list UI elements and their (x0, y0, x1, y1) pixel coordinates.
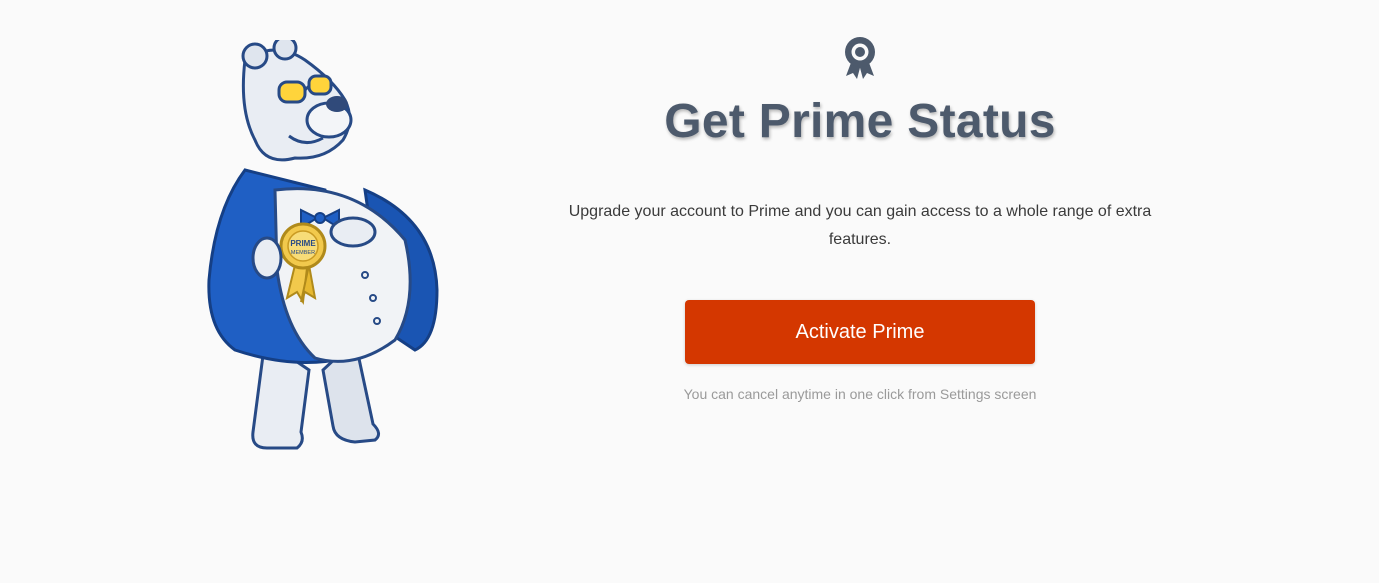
ribbon-award-icon (845, 37, 875, 79)
page-title: Get Prime Status (664, 95, 1056, 148)
polar-bear-mascot-image: PRIME MEMBER (205, 40, 445, 460)
svg-text:MEMBER: MEMBER (291, 250, 315, 256)
cancel-note: You can cancel anytime in one click from… (683, 386, 1037, 402)
upgrade-description: Upgrade your account to Prime and you ca… (568, 203, 1152, 248)
upgrade-panel: Get Prime Status Upgrade your account to… (560, 34, 1160, 402)
activate-prime-button[interactable]: Activate Prime (685, 300, 1035, 364)
svg-text:PRIME: PRIME (290, 239, 316, 248)
prime-upgrade-page: PRIME MEMBER Get Prime Status Upgrade yo… (0, 0, 1379, 583)
